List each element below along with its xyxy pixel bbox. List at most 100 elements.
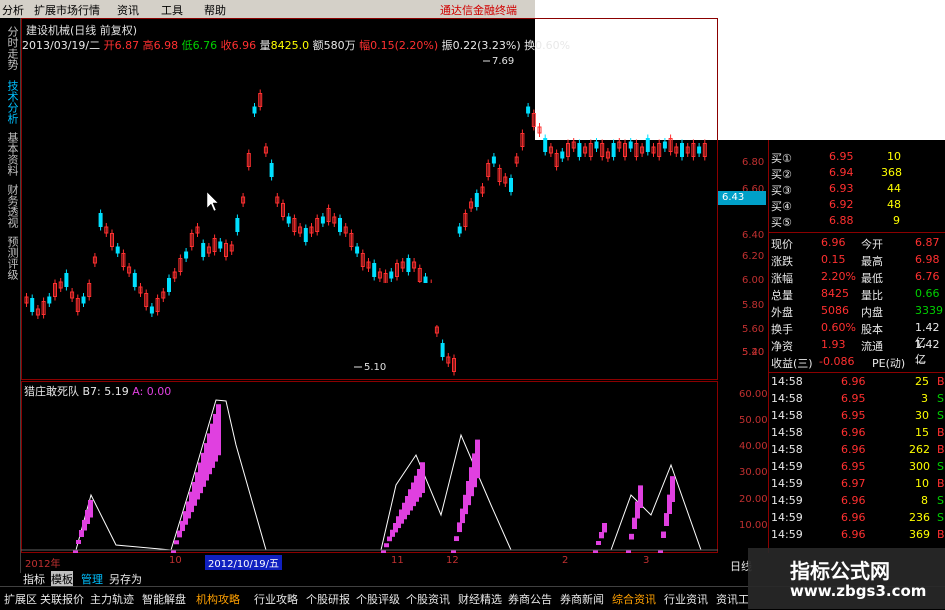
stat-value: —: [915, 355, 926, 368]
candle: [537, 123, 542, 137]
indicator-bar: [384, 543, 389, 548]
bottom-tab[interactable]: 券商新闻: [560, 591, 604, 607]
bottom-tab[interactable]: 关联报价: [40, 591, 84, 607]
bottom-tab[interactable]: 资讯工: [716, 591, 749, 607]
tab-technical[interactable]: 技术分析: [2, 80, 19, 124]
tick-direction: B: [937, 426, 945, 439]
menu-tools[interactable]: 工具: [161, 2, 183, 18]
price-axis-label: 6.40: [742, 230, 765, 241]
ind-axis-label: 50.00: [739, 415, 768, 426]
price-axis: 6.80 6.60 6.40 6.20 6.00 5.80 5.60 5.40: [718, 140, 768, 380]
bottom-tab[interactable]: 综合资讯: [612, 591, 656, 607]
tab-intraday[interactable]: 分时走势: [2, 26, 19, 70]
candle: [235, 214, 240, 236]
candle: [571, 138, 576, 152]
buy-price: 6.92: [829, 198, 854, 211]
candle: [469, 198, 474, 212]
buy-volume: 368: [881, 166, 902, 179]
tab-manage[interactable]: 管理: [81, 571, 103, 587]
menu-help[interactable]: 帮助: [204, 2, 226, 18]
date-label: 10: [169, 555, 182, 566]
menu-bar: 分析 扩展市场行情 资讯 工具 帮助 通达信金融终端: [0, 0, 535, 19]
bottom-tab[interactable]: 个股评级: [356, 591, 400, 607]
menu-ext-market[interactable]: 扩展市场行情: [34, 2, 100, 18]
candle: [224, 239, 228, 261]
tick-time: 14:58: [771, 375, 803, 388]
candle: [195, 223, 200, 237]
quote-panel: 买① 6.95 10 买② 6.94 368 买③ 6.93 44 买④ 6.9…: [768, 140, 945, 553]
candle: [132, 269, 137, 291]
candle: [144, 289, 149, 311]
candle: [611, 139, 616, 161]
candle: [674, 143, 679, 157]
buy-level-row[interactable]: 买④ 6.92 48: [769, 198, 945, 213]
menu-analysis[interactable]: 分析: [2, 2, 24, 18]
bottom-tab[interactable]: 机构攻略: [196, 591, 240, 607]
stat-label: 涨跌: [771, 255, 793, 268]
buy-level-row[interactable]: 买② 6.94 368: [769, 166, 945, 181]
buy-level-row[interactable]: 买① 6.95 10: [769, 150, 945, 165]
bottom-tab[interactable]: 行业资讯: [664, 591, 708, 607]
bottom-tab[interactable]: 行业攻略: [254, 591, 298, 607]
stat-label: 今开: [861, 238, 883, 251]
stat-row: 外盘 5086 内盘 3339: [769, 304, 945, 319]
bottom-tab[interactable]: 扩展区: [4, 591, 37, 607]
candle: [600, 139, 605, 161]
indicator-chart[interactable]: [21, 395, 718, 553]
bottom-tab[interactable]: 主力轨迹: [90, 591, 134, 607]
candle: [269, 159, 274, 181]
stat-label: 总量: [771, 289, 793, 302]
stat-label: 涨幅: [771, 272, 793, 285]
tab-rating[interactable]: 预测评级: [2, 236, 19, 280]
buy-price: 6.93: [829, 182, 854, 195]
tick-volume: 262: [909, 443, 930, 456]
candle: [64, 269, 69, 291]
ind-axis-label: 10.00: [739, 520, 768, 531]
candle: [286, 213, 291, 227]
candle: [326, 204, 331, 226]
stat-value: 0.66: [915, 287, 940, 300]
stat-value: 6.87: [915, 236, 940, 249]
candlestick-chart[interactable]: [21, 50, 718, 380]
bottom-tab[interactable]: 券商公告: [508, 591, 552, 607]
candle: [560, 148, 565, 162]
candle: [497, 164, 502, 186]
candle: [355, 243, 360, 257]
tab-finance[interactable]: 财务透视: [2, 184, 19, 228]
candle: [298, 223, 303, 237]
buy-level-row[interactable]: 买⑤ 6.88 9: [769, 214, 945, 229]
candle: [189, 229, 194, 251]
date-label: 2012年: [25, 559, 61, 570]
indicator-bar: [454, 536, 459, 542]
candle: [685, 143, 690, 157]
buy-volume: 48: [887, 198, 901, 211]
tick-volume: 10: [915, 477, 929, 490]
bottom-tab[interactable]: 智能解盘: [142, 591, 186, 607]
date-label: 12: [446, 555, 459, 566]
candle: [617, 138, 622, 152]
candle: [149, 303, 154, 317]
buy-level-row[interactable]: 买③ 6.93 44: [769, 182, 945, 197]
stat-value: 6.96: [821, 236, 846, 249]
tab-indicator[interactable]: 指标: [23, 571, 45, 587]
candle: [412, 258, 417, 272]
candle: [566, 139, 570, 161]
tab-save-as[interactable]: 另存为: [109, 571, 142, 587]
tick-volume: 15: [915, 426, 929, 439]
buy-label: 买④: [771, 200, 792, 213]
menu-news[interactable]: 资讯: [117, 2, 139, 18]
divider: [769, 372, 945, 373]
current-price-tag: 6.43: [718, 191, 766, 205]
bottom-tab[interactable]: 财经精选: [458, 591, 502, 607]
tick-volume: 236: [909, 511, 930, 524]
stat-label: PE(动): [872, 357, 906, 370]
tick-row: 14:58 6.95 30 S: [769, 409, 945, 424]
buy-label: 买②: [771, 168, 792, 181]
tab-fundamentals[interactable]: 基本资料: [2, 132, 19, 176]
bottom-tab[interactable]: 个股研报: [306, 591, 350, 607]
tick-volume: 8: [921, 494, 928, 507]
bottom-tab[interactable]: 个股资讯: [406, 591, 450, 607]
tab-template[interactable]: 模板: [51, 571, 73, 587]
tick-volume: 25: [915, 375, 929, 388]
candle: [172, 268, 177, 282]
